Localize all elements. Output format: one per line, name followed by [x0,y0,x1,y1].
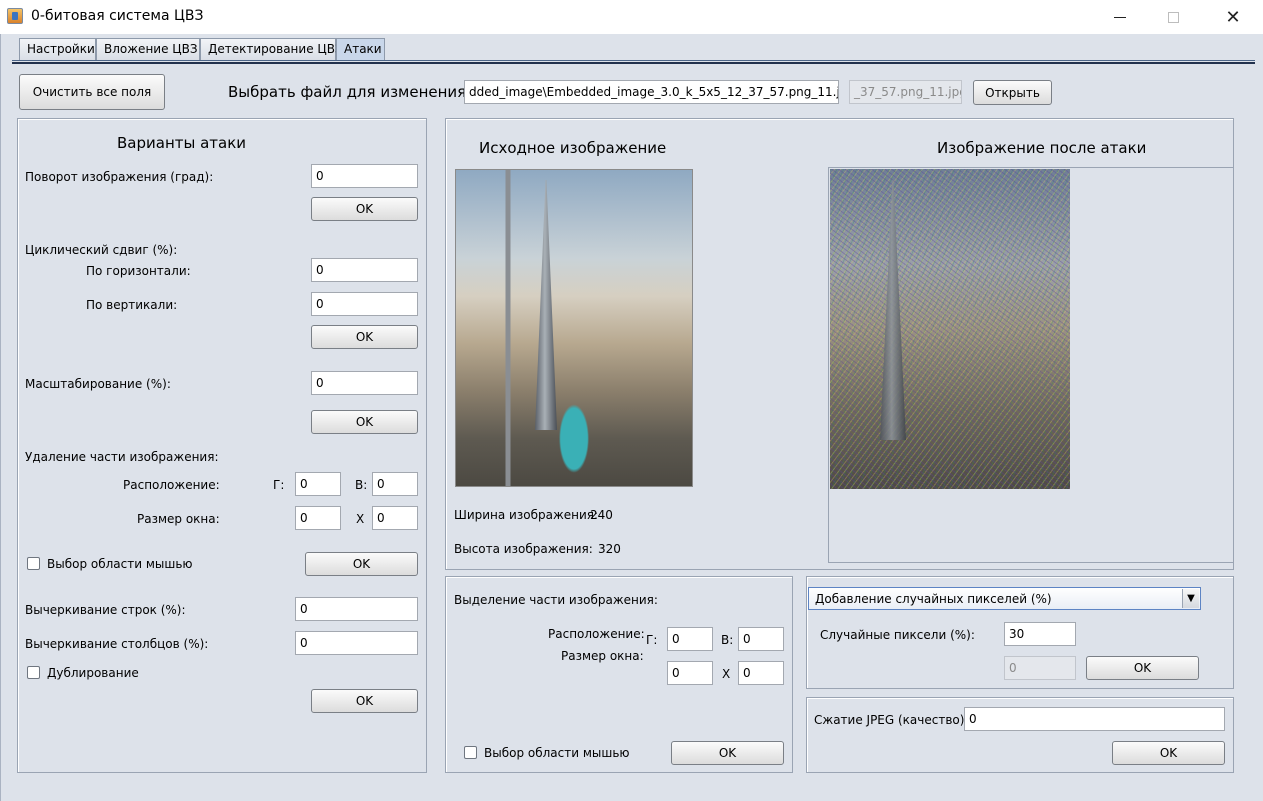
vertical-shift-label: По вертикали: [86,298,178,312]
scaling-ok-button[interactable]: OK [311,410,418,434]
mouse-select-label: Выбор области мышью [47,557,193,571]
original-image [455,169,693,487]
file-path-short-input: _37_57.png_11.jpg [849,80,962,104]
removal-ok-button[interactable]: OK [305,552,418,576]
selection-g-label: Г: [646,633,658,647]
tab-settings[interactable]: Настройки [19,38,96,60]
tab-underline [12,60,1255,61]
removal-location-label: Расположение: [123,478,220,492]
tab-attacks[interactable]: Атаки [336,38,385,61]
attacked-image-title: Изображение после атаки [937,139,1147,157]
window-title: 0-битовая система ЦВЗ [31,8,204,24]
random-pixels-disabled-input: 0 [1004,656,1076,680]
tab-underline-dark [12,62,1255,64]
cyclic-shift-ok-button[interactable]: OK [311,325,418,349]
open-button[interactable]: Открыть [973,80,1052,105]
minimize-icon [1114,16,1126,18]
selection-mouse-label: Выбор области мышью [484,746,630,760]
selection-ok-button[interactable]: OK [671,741,784,765]
random-pixels-label: Случайные пиксели (%): [820,628,975,642]
scaling-label: Масштабирование (%): [25,377,171,391]
strike-rows-label: Вычеркивание строк (%): [25,603,186,617]
removal-g-input[interactable]: 0 [295,472,341,496]
jpeg-quality-input[interactable]: 0 [964,707,1225,731]
removal-width-input[interactable]: 0 [295,506,341,530]
original-image-title: Исходное изображение [479,139,667,157]
tab-label: Детектирование ЦВЗ [208,42,343,56]
vertical-shift-input[interactable]: 0 [311,292,418,316]
tab-detection[interactable]: Детектирование ЦВЗ [200,38,343,60]
strike-cols-label: Вычеркивание столбцов (%): [25,637,209,651]
image-height-label: Высота изображения: [454,542,593,556]
duplication-checkbox[interactable] [27,666,40,679]
duplication-label: Дублирование [47,666,139,680]
selection-g-input[interactable]: 0 [667,627,713,651]
selection-window-size-label: Размер окна: [561,649,644,663]
minimize-button[interactable] [1097,0,1143,34]
choose-file-label: Выбрать файл для изменения: [228,83,472,101]
close-button[interactable]: ✕ [1210,0,1256,34]
horizontal-shift-label: По горизонтали: [86,264,191,278]
removal-v-input[interactable]: 0 [372,472,418,496]
attack-type-selected: Добавление случайных пикселей (%) [815,592,1052,606]
random-pixels-input[interactable]: 30 [1004,622,1076,646]
dropdown-arrow-icon[interactable]: ▼ [1182,589,1199,608]
file-path-input[interactable]: dded_image\Embedded_image_3.0_k_5x5_12_3… [464,80,839,104]
selection-x-label: X [722,667,731,681]
selection-v-input[interactable]: 0 [738,627,784,651]
attack-type-select[interactable]: Добавление случайных пикселей (%) ▼ [808,587,1201,610]
removal-g-label: Г: [273,478,285,492]
selection-mouse-checkbox[interactable] [464,746,477,759]
cyclic-shift-label: Циклический сдвиг (%): [25,243,178,257]
mouse-select-checkbox[interactable] [27,557,40,570]
selection-title: Выделение части изображения: [454,593,658,607]
close-icon: ✕ [1225,6,1241,28]
maximize-button[interactable] [1150,0,1196,34]
selection-height-input[interactable]: 0 [738,661,784,685]
maximize-icon [1167,11,1179,23]
selection-location-label: Расположение: [548,627,645,641]
attacked-image [830,169,1070,489]
jpeg-quality-label: Сжатие JPEG (качество): [814,713,969,727]
image-width-value: 240 [590,508,613,522]
strike-cols-input[interactable]: 0 [295,631,418,655]
rotation-label: Поворот изображения (град): [25,170,214,184]
image-width-label: Ширина изображения: [454,508,599,522]
removal-label: Удаление части изображения: [25,450,219,464]
removal-window-size-label: Размер окна: [137,512,220,526]
selection-v-label: В: [721,633,734,647]
java-app-icon [7,8,23,24]
strike-rows-input[interactable]: 0 [295,597,418,621]
clear-all-fields-button[interactable]: Очистить все поля [19,74,165,110]
strike-ok-button[interactable]: OK [311,689,418,713]
attack-variants-title: Варианты атаки [117,134,247,152]
tab-embedding[interactable]: Вложение ЦВЗ [96,38,200,60]
rotation-ok-button[interactable]: OK [311,197,418,221]
removal-v-label: В: [355,478,368,492]
random-pixels-ok-button[interactable]: OK [1086,656,1199,680]
removal-x-label: X [356,512,365,526]
tab-label: Вложение ЦВЗ [104,42,198,56]
rotation-input[interactable]: 0 [311,164,418,188]
removal-height-input[interactable]: 0 [372,506,418,530]
selection-width-input[interactable]: 0 [667,661,713,685]
scaling-input[interactable]: 0 [311,371,418,395]
tab-label: Настройки [27,42,95,56]
jpeg-ok-button[interactable]: OK [1112,741,1225,765]
image-height-value: 320 [598,542,621,556]
tab-label: Атаки [344,42,382,56]
horizontal-shift-input[interactable]: 0 [311,258,418,282]
